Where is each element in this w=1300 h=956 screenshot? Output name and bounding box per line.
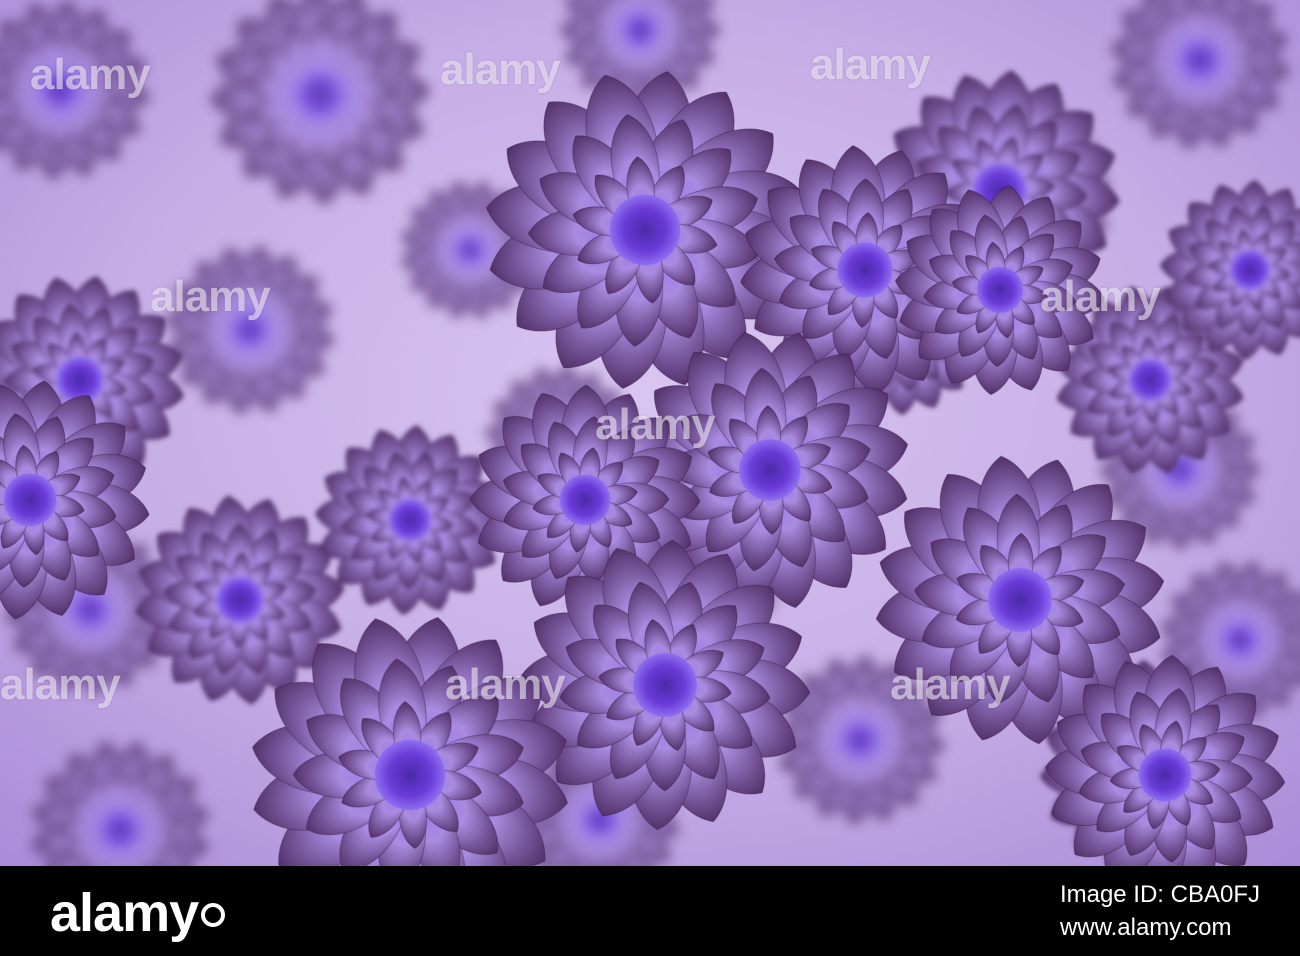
logo-text: alamy xyxy=(50,883,199,943)
watermark-text: alamy xyxy=(810,40,931,89)
logo-mark-icon xyxy=(201,903,226,927)
image-info: Image ID: CBA0FJ www.alamy.com xyxy=(1060,878,1260,944)
image-canvas: alamy alamy alamy alamy alamy alamy alam… xyxy=(0,0,1300,956)
alamy-logo: alamy xyxy=(50,882,226,944)
source-url: www.alamy.com xyxy=(1059,914,1232,941)
image-id: Image ID: CBA0FJ xyxy=(1059,881,1260,908)
watermark-text: alamy xyxy=(30,50,151,99)
footer-bar: alamy Image ID: CBA0FJ www.alamy.com xyxy=(0,866,1300,956)
watermark-text: alamy xyxy=(440,45,561,94)
watermark-text: alamy xyxy=(595,400,716,449)
watermark-text: alamy xyxy=(445,660,566,709)
watermark-text: alamy xyxy=(890,660,1011,709)
watermark-text: alamy xyxy=(0,660,121,709)
watermark-text: alamy xyxy=(150,272,271,321)
watermark-text: alamy xyxy=(1040,272,1161,321)
